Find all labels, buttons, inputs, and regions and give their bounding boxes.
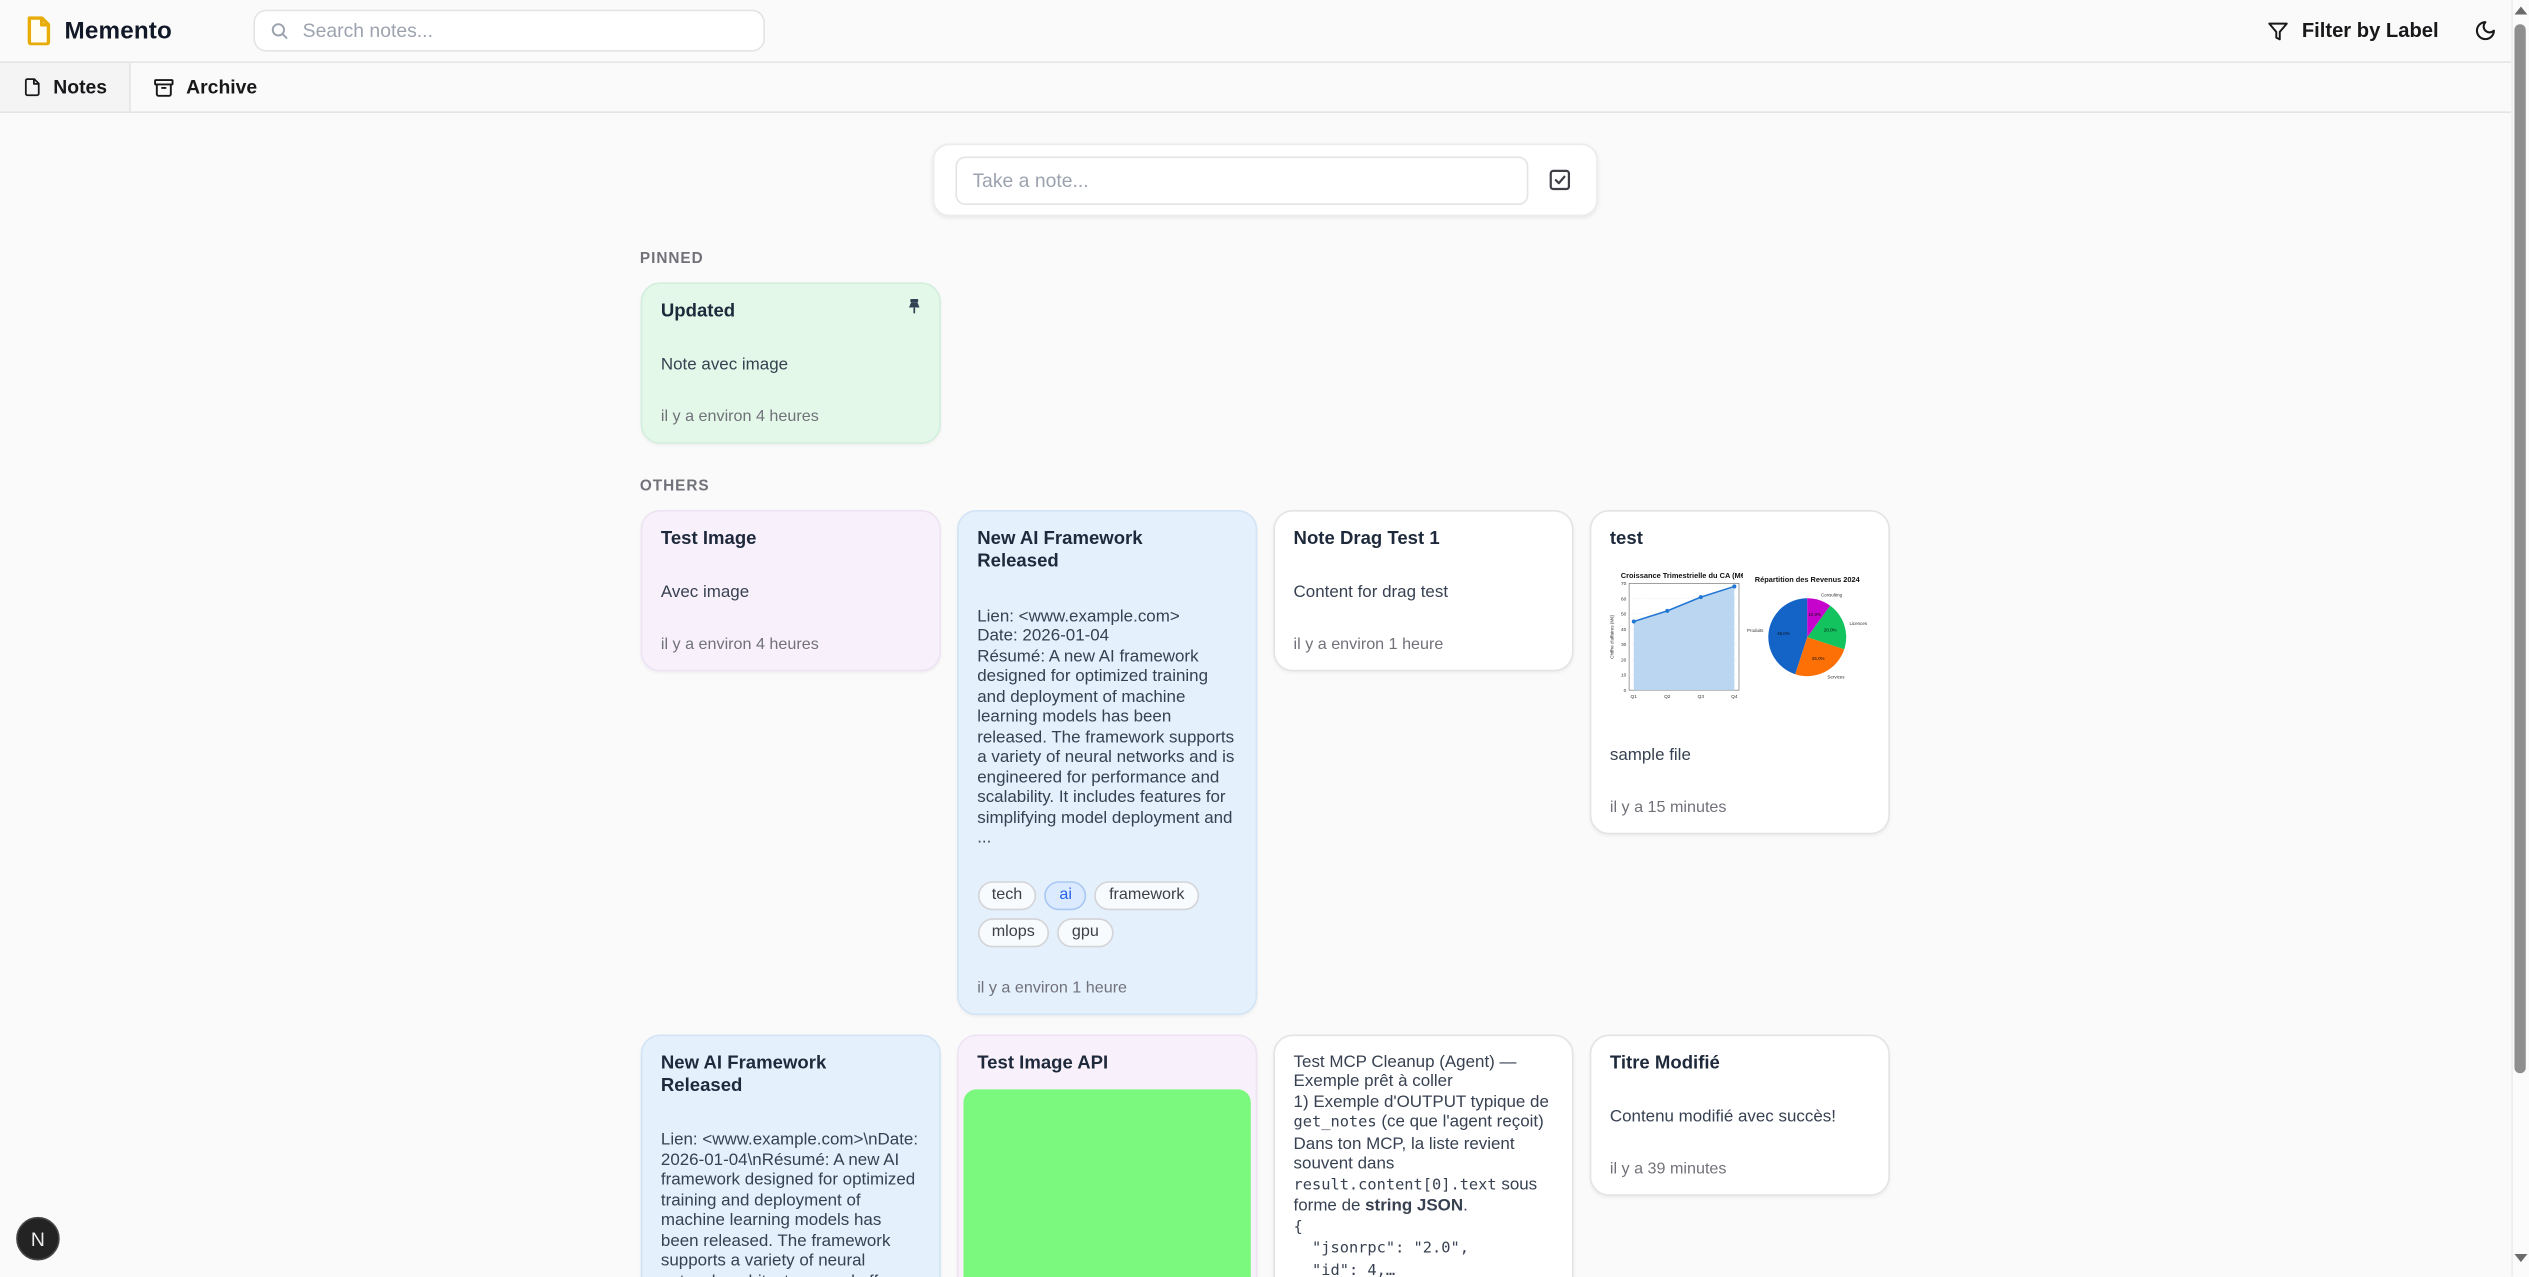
filter-label: Filter by Label <box>2302 19 2439 42</box>
note-title: New AI Framework Released <box>661 1052 919 1098</box>
line-chart: Croissance Trimestrielle du CA (M€) 0 10 20… <box>1607 565 1743 713</box>
take-note-input[interactable] <box>955 156 1528 204</box>
search-input[interactable] <box>299 18 748 44</box>
scrollbar <box>2511 0 2529 1277</box>
scrollbar-thumb[interactable] <box>2514 24 2525 1073</box>
note-card[interactable]: New AI Framework Released Lien: <www.exam… <box>956 510 1256 1015</box>
svg-text:40: 40 <box>1620 627 1626 633</box>
note-content: sample file <box>1610 746 1868 766</box>
svg-text:Q3: Q3 <box>1697 694 1704 700</box>
svg-text:25.0%: 25.0% <box>1812 657 1825 662</box>
note-content: Avec image <box>661 583 919 603</box>
svg-text:Q4: Q4 <box>1730 694 1737 700</box>
note-tag[interactable]: ai <box>1045 881 1087 910</box>
add-note-button[interactable] <box>1544 165 1575 196</box>
other-notes-grid: Test Image Avec image il y a environ 4 heu… <box>640 510 1889 1277</box>
scrollbar-down-arrow[interactable] <box>2514 1254 2527 1262</box>
svg-text:Consulting: Consulting <box>1821 593 1843 598</box>
tab-archive-label: Archive <box>186 76 257 99</box>
svg-text:20.0%: 20.0% <box>1824 628 1837 633</box>
pinned-notes-grid: Updated Note avec image il y a environ 4 h… <box>640 282 1889 443</box>
note-tag[interactable]: framework <box>1095 881 1199 910</box>
top-bar: Memento Filter by Label <box>0 0 2529 61</box>
app-title: Memento <box>65 17 172 44</box>
svg-text:70: 70 <box>1620 581 1626 587</box>
note-timestamp: il y a environ 1 heure <box>1294 635 1552 653</box>
main-content: PINNED Updated Note avec image il y a envi… <box>640 144 1889 1277</box>
search-icon <box>269 21 288 40</box>
note-tag[interactable]: tech <box>977 881 1037 910</box>
dev-tools-badge[interactable]: N <box>16 1217 60 1261</box>
svg-text:20: 20 <box>1620 658 1626 664</box>
svg-text:Services: Services <box>1827 675 1845 680</box>
note-title: Updated <box>661 300 919 323</box>
svg-text:Q1: Q1 <box>1630 694 1637 700</box>
note-content: Lien: <www.example.com>\nDate: 2026-01-0… <box>661 1130 919 1277</box>
app-logo-icon <box>26 16 52 45</box>
note-title: Note Drag Test 1 <box>1294 528 1552 551</box>
note-image-wrap <box>974 1089 1239 1277</box>
note-timestamp: il y a 15 minutes <box>1610 798 1868 816</box>
search-box <box>253 10 765 52</box>
check-square-icon <box>1547 168 1571 192</box>
note-tag[interactable]: gpu <box>1057 918 1113 947</box>
note-title: Test Image API <box>977 1052 1235 1075</box>
filter-icon <box>2268 20 2289 41</box>
tab-archive[interactable]: Archive <box>131 63 280 111</box>
svg-text:45.0%: 45.0% <box>1777 631 1790 636</box>
note-card[interactable]: Test Image API <box>956 1034 1256 1277</box>
note-tags: techai framework mlops gpu <box>977 881 1235 947</box>
note-card[interactable]: Titre Modifié Contenu modifié avec succès… <box>1589 1034 1889 1195</box>
svg-text:50: 50 <box>1620 612 1626 618</box>
svg-text:10: 10 <box>1620 673 1626 679</box>
svg-text:Q2: Q2 <box>1663 694 1670 700</box>
note-image-charts: Croissance Trimestrielle du CA (M€) 0 10 20… <box>1607 565 1872 713</box>
note-title: test <box>1610 528 1868 551</box>
tab-notes[interactable]: Notes <box>0 63 131 111</box>
pin-icon[interactable] <box>903 297 924 326</box>
note-card[interactable]: Test MCP Cleanup (Agent) — Exemple prêt … <box>1273 1034 1573 1277</box>
note-image-green <box>963 1089 1250 1277</box>
note-timestamp: il y a environ 4 heures <box>661 408 919 426</box>
theme-toggle-button[interactable] <box>2468 13 2504 49</box>
note-card[interactable]: Note Drag Test 1 Content for drag test il … <box>1273 510 1573 671</box>
pie-chart: Répartition des Revenus 2024 45.0% Produit… <box>1743 565 1871 713</box>
svg-text:Produits: Produits <box>1747 628 1764 633</box>
file-icon <box>23 77 42 96</box>
section-label-pinned: PINNED <box>640 250 1889 268</box>
note-title: New AI Framework Released <box>977 528 1235 574</box>
note-timestamp: il y a 39 minutes <box>1610 1160 1868 1178</box>
note-card[interactable]: Updated Note avec image il y a environ 4 h… <box>640 282 940 443</box>
note-timestamp: il y a environ 4 heures <box>661 635 919 653</box>
tabs-bar: Notes Archive <box>0 61 2529 113</box>
note-title: Titre Modifié <box>1610 1052 1868 1075</box>
take-note-card <box>932 144 1597 217</box>
svg-text:30: 30 <box>1620 643 1626 649</box>
svg-text:Licences: Licences <box>1849 621 1867 626</box>
svg-text:Chiffre d'affaires (M€): Chiffre d'affaires (M€) <box>1609 615 1614 660</box>
note-card[interactable]: New AI Framework Released Lien: <www.exam… <box>640 1034 940 1277</box>
note-content: Content for drag test <box>1294 583 1552 603</box>
moon-icon <box>2474 19 2497 42</box>
tab-notes-label: Notes <box>53 76 107 99</box>
note-tag[interactable]: mlops <box>977 918 1049 947</box>
filter-by-label-button[interactable]: Filter by Label <box>2258 13 2448 49</box>
svg-text:10.0%: 10.0% <box>1808 612 1821 617</box>
app-window: Memento Filter by Label No <box>0 0 2529 1277</box>
note-title: Test Image <box>661 528 919 551</box>
note-content: Contenu modifié avec succès! <box>1610 1107 1868 1127</box>
note-card[interactable]: Test Image Avec image il y a environ 4 heu… <box>640 510 940 671</box>
svg-text:60: 60 <box>1620 597 1626 603</box>
section-label-others: OTHERS <box>640 478 1889 496</box>
note-card[interactable]: test Croissance Trimestrielle du CA (M€) 0… <box>1589 510 1889 834</box>
archive-icon <box>154 77 175 98</box>
svg-text:Croissance Trimestrielle du CA: Croissance Trimestrielle du CA (M€) <box>1620 571 1743 580</box>
note-timestamp: il y a environ 1 heure <box>977 979 1235 997</box>
scrollbar-up-arrow[interactable] <box>2514 6 2527 14</box>
note-content: Note avec image <box>661 356 919 376</box>
svg-text:0: 0 <box>1623 688 1626 694</box>
note-content-rich: Test MCP Cleanup (Agent) — Exemple prêt … <box>1294 1052 1552 1277</box>
svg-text:Répartition des Revenus 2024: Répartition des Revenus 2024 <box>1755 575 1861 584</box>
note-content: Lien: <www.example.com> Date: 2026-01-04… <box>977 606 1235 848</box>
